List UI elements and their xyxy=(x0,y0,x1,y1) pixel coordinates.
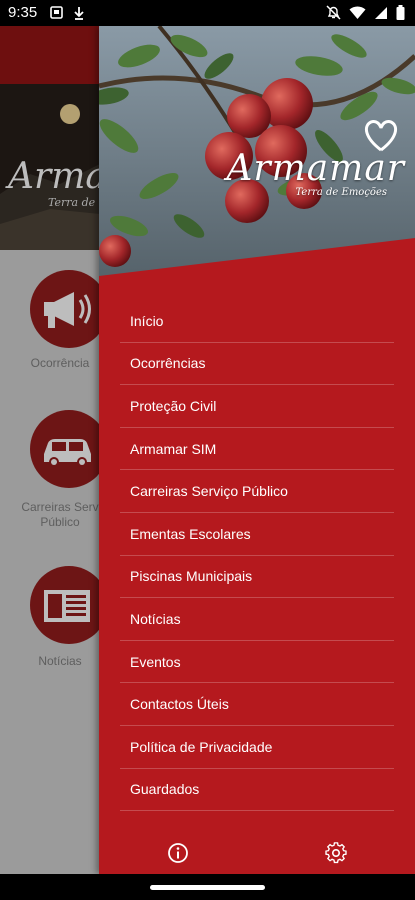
background-app: Armamar Terra de Ocorrência Carreiras Se… xyxy=(0,26,108,874)
car-icon xyxy=(30,410,108,488)
background-toolbar xyxy=(0,26,100,84)
settings-gear-icon[interactable] xyxy=(325,842,347,864)
menu-item-politica-de-privacidade[interactable]: Política de Privacidade xyxy=(120,726,394,769)
drawer-menu: Início Ocorrências Proteção Civil Armama… xyxy=(120,300,394,812)
background-content: Ocorrência Carreiras Serv Público Notíci… xyxy=(0,250,108,874)
battery-icon xyxy=(396,5,405,25)
menu-item-eventos[interactable]: Eventos xyxy=(120,641,394,684)
wifi-icon xyxy=(349,5,366,25)
menu-item-armamar-sim[interactable]: Armamar SIM xyxy=(120,428,394,471)
menu-item-carreiras-servico-publico[interactable]: Carreiras Serviço Público xyxy=(120,470,394,513)
cellular-signal-icon xyxy=(374,6,388,25)
menu-item-noticias[interactable]: Notícias xyxy=(120,598,394,641)
newspaper-icon xyxy=(30,566,108,644)
menu-item-inicio[interactable]: Início xyxy=(120,300,394,343)
background-header-image: Armamar Terra de xyxy=(0,84,100,250)
megaphone-icon xyxy=(30,270,108,348)
background-logo: Armamar xyxy=(8,156,100,197)
home-gesture-handle[interactable] xyxy=(150,885,265,890)
navigation-drawer: Armamar Terra de Emoções Início Ocorrênc… xyxy=(99,26,415,874)
drawer-footer xyxy=(99,828,415,874)
menu-item-protecao-civil[interactable]: Proteção Civil xyxy=(120,385,394,428)
heart-logo-icon xyxy=(361,118,401,152)
mute-icon xyxy=(326,5,341,25)
menu-item-ocorrencias[interactable]: Ocorrências xyxy=(120,343,394,386)
background-logo-sub: Terra de xyxy=(48,196,96,209)
screen: 9:35 Arm Terra de Ocorrência Carreiras S… xyxy=(0,0,415,900)
brand-logo: Armamar Terra de Emoções xyxy=(226,120,405,198)
menu-item-guardados[interactable]: Guardados xyxy=(120,769,394,812)
drawer-header-image: Armamar Terra de Emoções xyxy=(99,26,415,276)
brand-name: Armamar xyxy=(226,148,405,189)
status-bar: 9:35 xyxy=(0,0,415,26)
menu-item-ementas-escolares[interactable]: Ementas Escolares xyxy=(120,513,394,556)
menu-item-contactos-uteis[interactable]: Contactos Úteis xyxy=(120,683,394,726)
system-navigation-bar xyxy=(0,874,415,900)
menu-item-piscinas-municipais[interactable]: Piscinas Municipais xyxy=(120,556,394,599)
download-icon xyxy=(73,6,85,25)
status-time: 9:35 xyxy=(8,4,38,21)
notification-square-icon xyxy=(50,6,63,25)
info-icon[interactable] xyxy=(167,842,189,864)
